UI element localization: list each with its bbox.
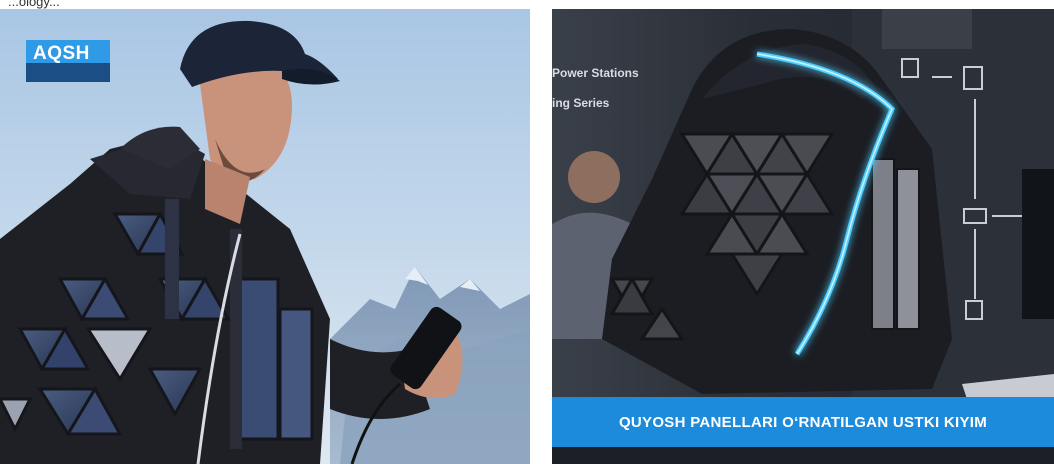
country-badge-text: AQSH [33,43,90,64]
sign-text-line-2: ing Series [552,96,610,110]
left-photo-solar-jacket-man: AQSH [0,9,530,464]
right-photo-jacket-display: Power Stations ing Series QUYOSH PANELLA… [552,9,1054,464]
country-badge: AQSH [26,40,110,82]
sign-text-line-1: Power Stations [552,66,639,80]
top-caption-text: ...ology... [8,0,60,9]
caption-banner: QUYOSH PANELLARI O‘RNATILGAN USTKI KIYIM [552,397,1054,447]
top-caption-cut-off: ...ology... [0,0,1054,9]
caption-banner-text: QUYOSH PANELLARI O‘RNATILGAN USTKI KIYIM [618,413,988,431]
